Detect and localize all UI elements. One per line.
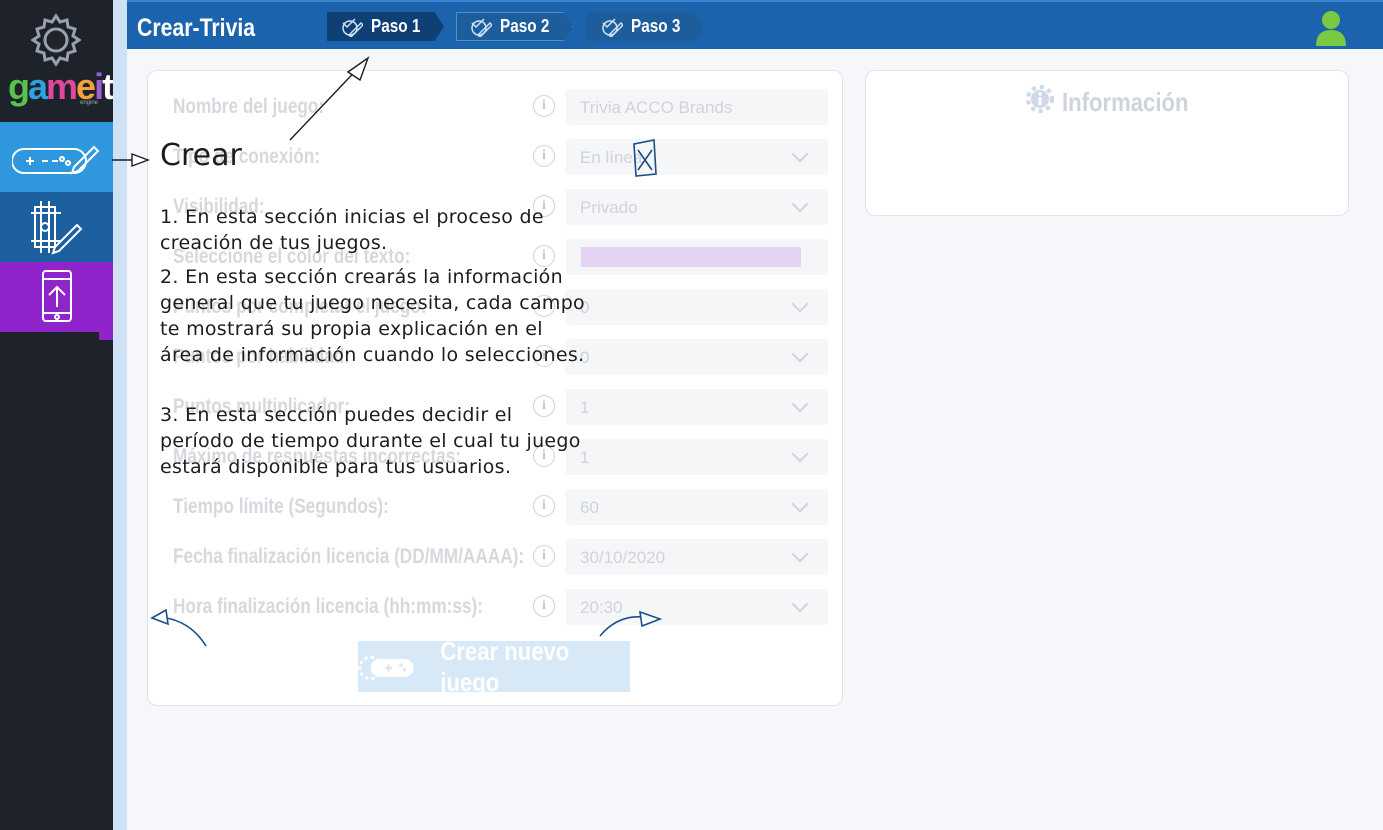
sidebar-item-create[interactable]: [0, 122, 113, 200]
field-label: Fecha finalización licencia (DD/MM/AAAA)…: [173, 545, 525, 568]
create-game-button[interactable]: Crear nuevo juego: [358, 636, 630, 697]
create-game-label: Crear nuevo juego: [440, 635, 570, 697]
visibility-select[interactable]: Privado: [566, 189, 828, 225]
chevron-down-icon: [791, 345, 809, 363]
page-title: Crear-Trivia: [137, 14, 256, 42]
chevron-down-icon: [791, 145, 809, 163]
chevron-down-icon: [791, 595, 809, 613]
info-icon[interactable]: i: [533, 545, 555, 567]
info-icon[interactable]: i: [533, 595, 555, 617]
brand-logo: gameit engine: [0, 0, 114, 122]
tab-step-1[interactable]: Paso 1: [327, 12, 444, 41]
info-panel: Información: [865, 70, 1349, 216]
step-label: Paso 3: [631, 16, 681, 36]
field-label: Hora finalización licencia (hh:mm:ss):: [173, 595, 484, 618]
phone-upload-icon: [41, 270, 72, 322]
form-row-time-limit: Tiempo límite (Segundos): i 60: [148, 489, 842, 525]
max-wrong-select[interactable]: 1: [566, 439, 828, 475]
connection-select[interactable]: En línea: [566, 139, 828, 175]
skill-points-select[interactable]: 0: [566, 339, 828, 375]
user-avatar-icon[interactable]: [1315, 10, 1347, 46]
sidebar-edge: [113, 0, 127, 830]
step-label: Paso 1: [371, 16, 421, 36]
overlay-heading: Crear: [160, 138, 242, 173]
game-form: Nombre del juego: i Trivia ACCO Brands T…: [147, 70, 843, 706]
completion-points-select[interactable]: 0: [566, 289, 828, 325]
chevron-down-icon: [791, 195, 809, 213]
multiplier-select[interactable]: 1: [566, 389, 828, 425]
game-name-input[interactable]: Trivia ACCO Brands: [566, 89, 828, 125]
info-icon[interactable]: i: [533, 95, 555, 117]
chevron-down-icon: [791, 295, 809, 313]
field-label: Tiempo límite (Segundos):: [173, 495, 389, 518]
time-limit-select[interactable]: 60: [566, 489, 828, 525]
overlay-note-2: 2. En esta sección crearás la informació…: [160, 266, 585, 366]
overlay-note-3: 3. En esta sección puedes decidir el per…: [160, 404, 581, 478]
text-color-picker[interactable]: [566, 239, 828, 275]
form-row-name: Nombre del juego: i Trivia ACCO Brands: [148, 89, 842, 125]
edit-checklist-icon: [342, 17, 363, 37]
end-date-select[interactable]: 30/10/2020: [566, 539, 828, 575]
chevron-down-icon: [791, 545, 809, 563]
info-title: Información: [1062, 87, 1189, 117]
info-icon[interactable]: i: [533, 145, 555, 167]
form-row-end-time: Hora finalización licencia (hh:mm:ss): i…: [148, 589, 842, 625]
sidebar: gameit engine: [0, 0, 114, 830]
field-label: Nombre del juego:: [173, 95, 325, 118]
info-icon[interactable]: i: [533, 495, 555, 517]
gear-gamepad-icon: [358, 655, 414, 680]
settings-gear-icon[interactable]: [24, 10, 88, 70]
chevron-down-icon: [791, 395, 809, 413]
edit-checklist-icon: [471, 17, 492, 37]
end-time-select[interactable]: 20:30: [566, 589, 828, 625]
form-row-connection: Tipo de conexión: i En línea: [148, 139, 842, 175]
top-bar: Crear-Trivia Paso 1 Paso 2 Paso 3: [127, 0, 1383, 49]
step-label: Paso 2: [500, 16, 550, 36]
color-swatch: [581, 247, 801, 267]
sidebar-item-design[interactable]: [0, 192, 113, 270]
overlay-note-1: 1. En esta sección inicias el proceso de…: [160, 206, 544, 254]
form-row-end-date: Fecha finalización licencia (DD/MM/AAAA)…: [148, 539, 842, 575]
gamepad-pencil-icon: [11, 145, 99, 175]
info-gear-icon: [1026, 85, 1054, 113]
sidebar-item-publish[interactable]: [0, 262, 113, 340]
edit-checklist-icon: [602, 17, 623, 37]
tab-step-2[interactable]: Paso 2: [456, 12, 573, 41]
design-tools-icon: [30, 201, 82, 255]
chevron-down-icon: [791, 445, 809, 463]
tab-step-3[interactable]: Paso 3: [587, 12, 704, 41]
chevron-down-icon: [791, 495, 809, 513]
brand-sub: engine: [80, 100, 99, 106]
